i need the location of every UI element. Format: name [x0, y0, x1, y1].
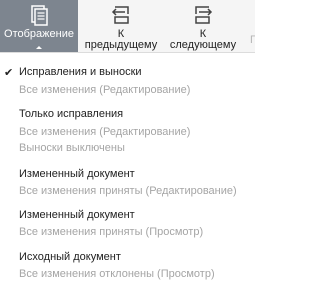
- display-mode-button[interactable]: Отображение: [0, 0, 78, 52]
- menu-item-title: Измененный документ: [19, 168, 135, 180]
- menu-item-final-view[interactable]: Измененный документ Все изменения принят…: [0, 203, 255, 243]
- menu-item-title: Исходный документ: [19, 251, 121, 263]
- previous-line2: предыдущему: [84, 39, 158, 51]
- checkmark-icon: ✔: [4, 67, 14, 79]
- menu-item-subtitle: Все изменения приняты (Просмотр): [19, 226, 204, 238]
- display-mode-label: Отображение: [4, 28, 74, 40]
- next-line2: следующему: [169, 39, 237, 51]
- menu-item-subtitle: Все изменения отклонены (Просмотр): [19, 268, 215, 280]
- menu-item-markup-and-balloons[interactable]: ✔ Исправления и выноски Все изменения (Р…: [0, 61, 255, 101]
- menu-item-subtitle: Выноски выключены: [19, 142, 125, 154]
- next-change-button[interactable]: К следующему: [164, 0, 242, 52]
- menu-item-title: Только исправления: [19, 108, 124, 120]
- menu-item-original-view[interactable]: Исходный документ Все изменения отклонен…: [0, 245, 255, 285]
- menu-item-subtitle: Все изменения приняты (Редактирование): [19, 185, 237, 197]
- previous-change-icon: [111, 6, 129, 24]
- menu-item-title: Измененный документ: [19, 209, 135, 221]
- menu-item-markup-only[interactable]: Только исправления Все изменения (Редакт…: [0, 103, 255, 159]
- display-mode-icon: [31, 5, 48, 26]
- partial-toolbar-button[interactable]: Пр: [246, 0, 255, 52]
- previous-change-button[interactable]: К предыдущему: [82, 0, 160, 52]
- menu-item-subtitle: Все изменения (Редактирование): [19, 126, 191, 138]
- menu-item-subtitle: Все изменения (Редактирование): [19, 84, 191, 96]
- chevron-up-icon: [36, 46, 42, 49]
- review-toolbar: Отображение К предыдущему К следующему П…: [0, 0, 255, 53]
- next-change-icon: [195, 6, 213, 24]
- partial-toolbar-label: Пр: [250, 35, 255, 46]
- menu-item-final-editing[interactable]: Измененный документ Все изменения принят…: [0, 161, 255, 201]
- menu-item-title: Исправления и выноски: [19, 66, 142, 78]
